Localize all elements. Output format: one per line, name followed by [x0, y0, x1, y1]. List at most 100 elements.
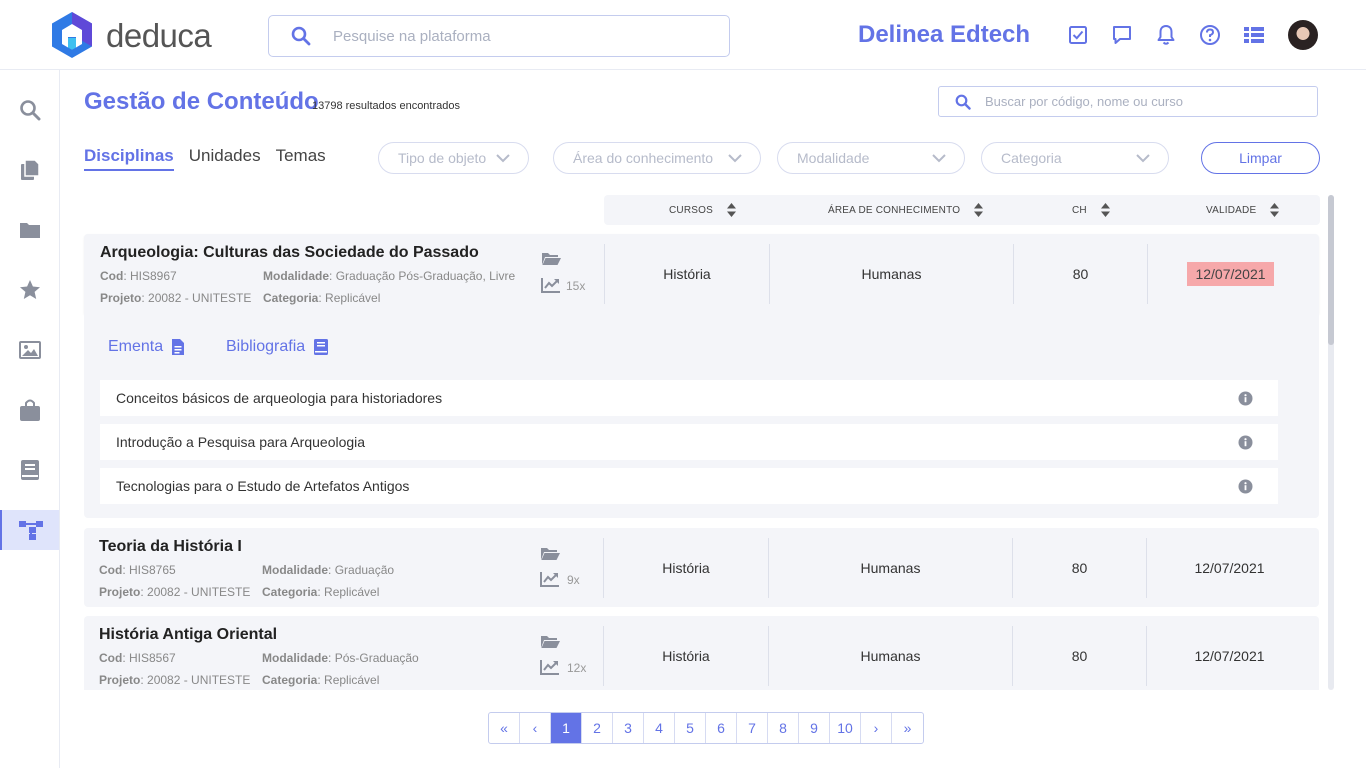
filter-area-conhecimento[interactable]: Área do conhecimento [553, 142, 761, 174]
discipline-title[interactable]: Teoria da História I [99, 538, 242, 556]
trending-up-icon [540, 572, 559, 587]
help-icon[interactable] [1198, 22, 1222, 48]
info-icon[interactable] [1238, 391, 1253, 406]
organization-name[interactable]: Delinea Edtech [858, 21, 1030, 49]
ementa-label: Ementa [108, 338, 164, 355]
discipline-categoria: Categoria: Replicável [263, 291, 381, 305]
chat-icon[interactable] [1110, 22, 1134, 48]
prev-page-button[interactable]: ‹ [520, 713, 551, 743]
deduca-logo[interactable]: deduca [48, 11, 212, 59]
global-search[interactable] [268, 15, 730, 57]
discipline-modalidade: Modalidade: Graduação [262, 563, 395, 577]
curso-cell: História [662, 560, 710, 576]
trending-up-icon [540, 660, 559, 675]
code-search-input[interactable] [985, 94, 1305, 109]
list-icon[interactable] [1242, 22, 1266, 48]
folder-open-icon[interactable] [540, 546, 560, 561]
search-icon [291, 26, 311, 46]
discipline-code: Cod: HIS8567 [99, 651, 176, 665]
table-row[interactable]: Teoria da História I Cod: HIS8765 Modali… [84, 528, 1319, 607]
discipline-title[interactable]: Arqueologia: Culturas das Sociedade do P… [100, 244, 479, 262]
page-button-3[interactable]: 3 [613, 713, 644, 743]
discipline-projeto: Projeto: 20082 - UNITESTE [99, 585, 251, 599]
scrollbar-track[interactable] [1328, 195, 1334, 690]
filter-modalidade-label: Modalidade [797, 150, 870, 166]
bag-icon [19, 399, 40, 421]
tasks-checkbox-icon[interactable] [1066, 22, 1090, 48]
page-button-10[interactable]: 10 [830, 713, 861, 743]
page-button-7[interactable]: 7 [737, 713, 768, 743]
info-icon[interactable] [1238, 435, 1253, 450]
pagination: « ‹ 1 2 3 4 5 6 7 8 9 10 › » [488, 712, 924, 744]
first-page-button[interactable]: « [489, 713, 520, 743]
discipline-code: Cod: HIS8967 [100, 269, 177, 283]
chevron-down-icon [932, 153, 946, 162]
code-search[interactable] [938, 86, 1318, 117]
column-ch[interactable]: CH [1072, 195, 1110, 225]
sidebar-item-folders[interactable] [0, 210, 59, 250]
sidebar [0, 70, 60, 768]
sidebar-item-library[interactable] [0, 450, 59, 490]
clear-filters-button[interactable]: Limpar [1201, 142, 1320, 174]
topic-item[interactable]: Tecnologias para o Estudo de Artefatos A… [100, 468, 1278, 504]
scrollbar-thumb[interactable] [1328, 195, 1334, 345]
ch-cell: 80 [1072, 266, 1089, 282]
last-page-button[interactable]: » [892, 713, 923, 743]
column-validade[interactable]: VALIDADE [1206, 195, 1280, 225]
sidebar-item-search[interactable] [0, 90, 59, 130]
tab-temas[interactable]: Temas [276, 146, 326, 171]
bibliografia-link[interactable]: Bibliografia [226, 338, 329, 356]
page-button-4[interactable]: 4 [644, 713, 675, 743]
sort-icon [726, 203, 736, 217]
discipline-categoria: Categoria: Replicável [262, 585, 380, 599]
page-button-1[interactable]: 1 [551, 713, 582, 743]
folder-open-icon[interactable] [540, 634, 560, 649]
topic-item[interactable]: Introdução a Pesquisa para Arqueologia [100, 424, 1278, 460]
validade-cell: 12/07/2021 [1194, 560, 1265, 576]
sidebar-item-store[interactable] [0, 390, 59, 430]
sidebar-item-images[interactable] [0, 330, 59, 370]
page-button-6[interactable]: 6 [706, 713, 737, 743]
top-bar: deduca Delinea Edtech [0, 0, 1366, 70]
table-row[interactable]: História Antiga Oriental Cod: HIS8567 Mo… [84, 616, 1319, 690]
filter-tipo-objeto[interactable]: Tipo de objeto [378, 142, 529, 174]
content-tabs: Disciplinas Unidades Temas [84, 146, 341, 171]
table-row[interactable]: Arqueologia: Culturas das Sociedade do P… [84, 234, 1319, 314]
filter-categoria[interactable]: Categoria [981, 142, 1169, 174]
info-icon[interactable] [1238, 479, 1253, 494]
discipline-modalidade: Modalidade: Pós-Graduação [262, 651, 419, 665]
area-cell: Humanas [860, 560, 921, 576]
page-button-2[interactable]: 2 [582, 713, 613, 743]
topic-item[interactable]: Conceitos básicos de arqueologia para hi… [100, 380, 1278, 416]
sort-icon [1270, 203, 1280, 217]
book-icon [20, 460, 39, 480]
folder-open-icon[interactable] [541, 251, 561, 266]
page-button-5[interactable]: 5 [675, 713, 706, 743]
topic-label: Tecnologias para o Estudo de Artefatos A… [116, 478, 410, 494]
tab-disciplinas[interactable]: Disciplinas [84, 146, 174, 171]
area-cell: Humanas [860, 648, 921, 664]
discipline-title[interactable]: História Antiga Oriental [99, 626, 277, 644]
sidebar-item-documents[interactable] [0, 150, 59, 190]
topic-label: Introdução a Pesquisa para Arqueologia [116, 434, 366, 450]
curso-cell: História [662, 648, 710, 664]
folder-icon [19, 223, 40, 238]
chevron-down-icon [496, 153, 510, 162]
column-cursos[interactable]: CURSOS [669, 195, 736, 225]
filter-modalidade[interactable]: Modalidade [777, 142, 965, 174]
sidebar-item-favorites[interactable] [0, 270, 59, 310]
page-button-8[interactable]: 8 [768, 713, 799, 743]
bell-icon[interactable] [1154, 22, 1178, 48]
discipline-projeto: Projeto: 20082 - UNITESTE [100, 291, 252, 305]
tab-unidades[interactable]: Unidades [189, 146, 261, 171]
ementa-link[interactable]: Ementa [108, 338, 185, 356]
deduca-logo-icon [52, 12, 92, 58]
curso-cell: História [663, 266, 711, 282]
next-page-button[interactable]: › [861, 713, 892, 743]
global-search-input[interactable] [333, 27, 693, 45]
table-header: CURSOS ÁREA DE CONHECIMENTO CH VALIDADE [604, 195, 1320, 225]
sidebar-item-content-management[interactable] [0, 510, 59, 550]
page-button-9[interactable]: 9 [799, 713, 830, 743]
column-area[interactable]: ÁREA DE CONHECIMENTO [828, 195, 984, 225]
user-avatar[interactable] [1288, 20, 1318, 50]
